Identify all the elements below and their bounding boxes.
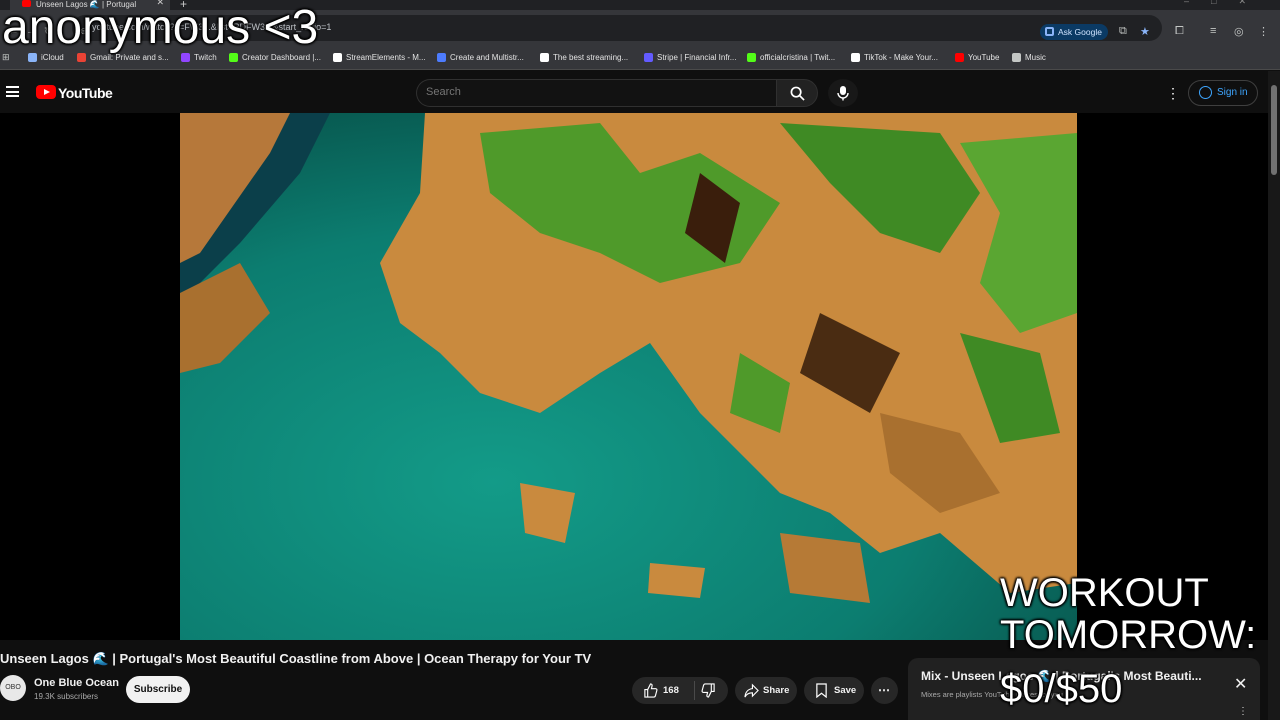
- stream-overlay-name: anonymous <3: [2, 1, 319, 54]
- bookmark-item[interactable]: StreamElements - M...: [333, 53, 426, 62]
- thumbs-down-icon: [701, 683, 715, 698]
- share-button[interactable]: Share: [735, 677, 797, 704]
- more-actions-button[interactable]: ⋯: [871, 677, 898, 704]
- save-label: Save: [834, 685, 857, 696]
- youtube-logo-icon[interactable]: [36, 85, 56, 99]
- ask-google-label: Ask Google: [1058, 27, 1102, 37]
- bookmark-star-icon[interactable]: ★: [1140, 25, 1150, 38]
- window-controls[interactable]: –□✕: [1184, 0, 1268, 7]
- subscribe-button[interactable]: Subscribe: [126, 676, 190, 703]
- stream-goal-label: WORKOUT TOMORROW:: [1000, 572, 1256, 656]
- bookmark-label: iCloud: [41, 53, 64, 62]
- bookmark-save-icon: [816, 683, 827, 698]
- mix-close-icon[interactable]: ✕: [1234, 674, 1247, 694]
- bookmark-favicon-icon: [229, 53, 238, 62]
- search-icon: [790, 86, 805, 101]
- profile-icon[interactable]: ◎: [1234, 25, 1244, 38]
- bookmark-label: Twitch: [194, 53, 217, 62]
- youtube-logo-text[interactable]: YouTube: [58, 85, 113, 101]
- bookmark-label: Creator Dashboard |...: [242, 53, 322, 62]
- bookmark-label: TikTok - Make Your...: [864, 53, 938, 62]
- bookmark-item[interactable]: Stripe | Financial Infr...: [644, 53, 736, 62]
- extensions-icon[interactable]: ⧠: [1175, 25, 1184, 38]
- bookmark-favicon-icon: [644, 53, 653, 62]
- hamburger-menu-icon[interactable]: [6, 86, 19, 97]
- channel-name[interactable]: One Blue Ocean: [34, 677, 119, 689]
- more-horizontal-icon: ⋯: [878, 683, 890, 697]
- bookmark-label: Stripe | Financial Infr...: [657, 53, 737, 62]
- bookmark-favicon-icon: [540, 53, 549, 62]
- folder-icon: [1012, 53, 1021, 62]
- bookmark-favicon-icon: [955, 53, 964, 62]
- bookmark-label: Create and Multistr...: [450, 53, 524, 62]
- bookmark-label: Music: [1025, 53, 1046, 62]
- share-label: Share: [763, 685, 790, 696]
- bookmark-favicon-icon: [77, 53, 86, 62]
- thumbs-up-icon: [644, 683, 658, 698]
- bookmark-label: StreamElements - M...: [346, 53, 426, 62]
- sign-in-label: Sign in: [1217, 87, 1248, 98]
- share-icon: [744, 683, 759, 698]
- save-button[interactable]: Save: [804, 677, 864, 704]
- bookmark-favicon-icon: [28, 53, 37, 62]
- settings-kebab-icon[interactable]: ⋮: [1166, 85, 1180, 102]
- install-app-icon[interactable]: ⧉: [1119, 25, 1127, 38]
- search-input[interactable]: [426, 86, 756, 98]
- coastline-aerial-image: [180, 113, 1077, 640]
- media-controls-icon[interactable]: ≡: [1210, 25, 1216, 37]
- bookmark-favicon-icon: [851, 53, 860, 62]
- subscriber-count: 19.3K subscribers: [34, 692, 99, 701]
- bookmark-label: YouTube: [968, 53, 1000, 62]
- bookmark-item[interactable]: iCloud: [28, 53, 64, 62]
- bookmark-item[interactable]: The best streaming...: [540, 53, 628, 62]
- like-count: 168: [663, 685, 679, 696]
- like-dislike-divider: [694, 681, 695, 700]
- stream-goal-line2: TOMORROW:: [1000, 613, 1257, 657]
- bookmark-favicon-icon: [181, 53, 190, 62]
- bookmark-item[interactable]: Gmail: Private and s...: [77, 53, 169, 62]
- video-frame[interactable]: [180, 113, 1077, 640]
- bookmark-item[interactable]: TikTok - Make Your...: [851, 53, 938, 62]
- mix-menu-icon[interactable]: ⋮: [1238, 706, 1248, 717]
- stream-goal-amount: $0/$50: [1000, 667, 1123, 711]
- stream-goal-line1: WORKOUT: [1000, 571, 1209, 615]
- video-title: Unseen Lagos 🌊 | Portugal's Most Beautif…: [0, 651, 592, 666]
- bookmark-favicon-icon: [437, 53, 446, 62]
- search-button[interactable]: [776, 79, 818, 107]
- dislike-button[interactable]: [696, 677, 728, 704]
- user-icon: [1199, 86, 1212, 99]
- bookmark-favicon-icon: [747, 53, 756, 62]
- bookmark-item[interactable]: YouTube: [955, 53, 999, 62]
- chrome-menu-icon[interactable]: ⋮: [1258, 25, 1269, 38]
- bookmark-item[interactable]: Create and Multistr...: [437, 53, 524, 62]
- microphone-icon: [837, 86, 849, 101]
- bookmark-label: The best streaming...: [553, 53, 629, 62]
- sign-in-button[interactable]: Sign in: [1188, 80, 1258, 106]
- lens-icon: [1045, 27, 1054, 36]
- ask-google-button[interactable]: Ask Google: [1040, 24, 1108, 40]
- bookmark-label: Gmail: Private and s...: [90, 53, 169, 62]
- voice-search-button[interactable]: [828, 79, 858, 107]
- bookmark-item[interactable]: Music: [1012, 53, 1046, 62]
- scrollbar-thumb[interactable]: [1271, 85, 1277, 175]
- bookmark-item[interactable]: Twitch: [181, 53, 217, 62]
- bookmark-label: officialcristina | Twit...: [760, 53, 836, 62]
- bookmark-item[interactable]: Creator Dashboard |...: [229, 53, 321, 62]
- channel-avatar[interactable]: OBO: [0, 675, 26, 701]
- bookmark-favicon-icon: [333, 53, 342, 62]
- bookmark-item[interactable]: officialcristina | Twit...: [747, 53, 835, 62]
